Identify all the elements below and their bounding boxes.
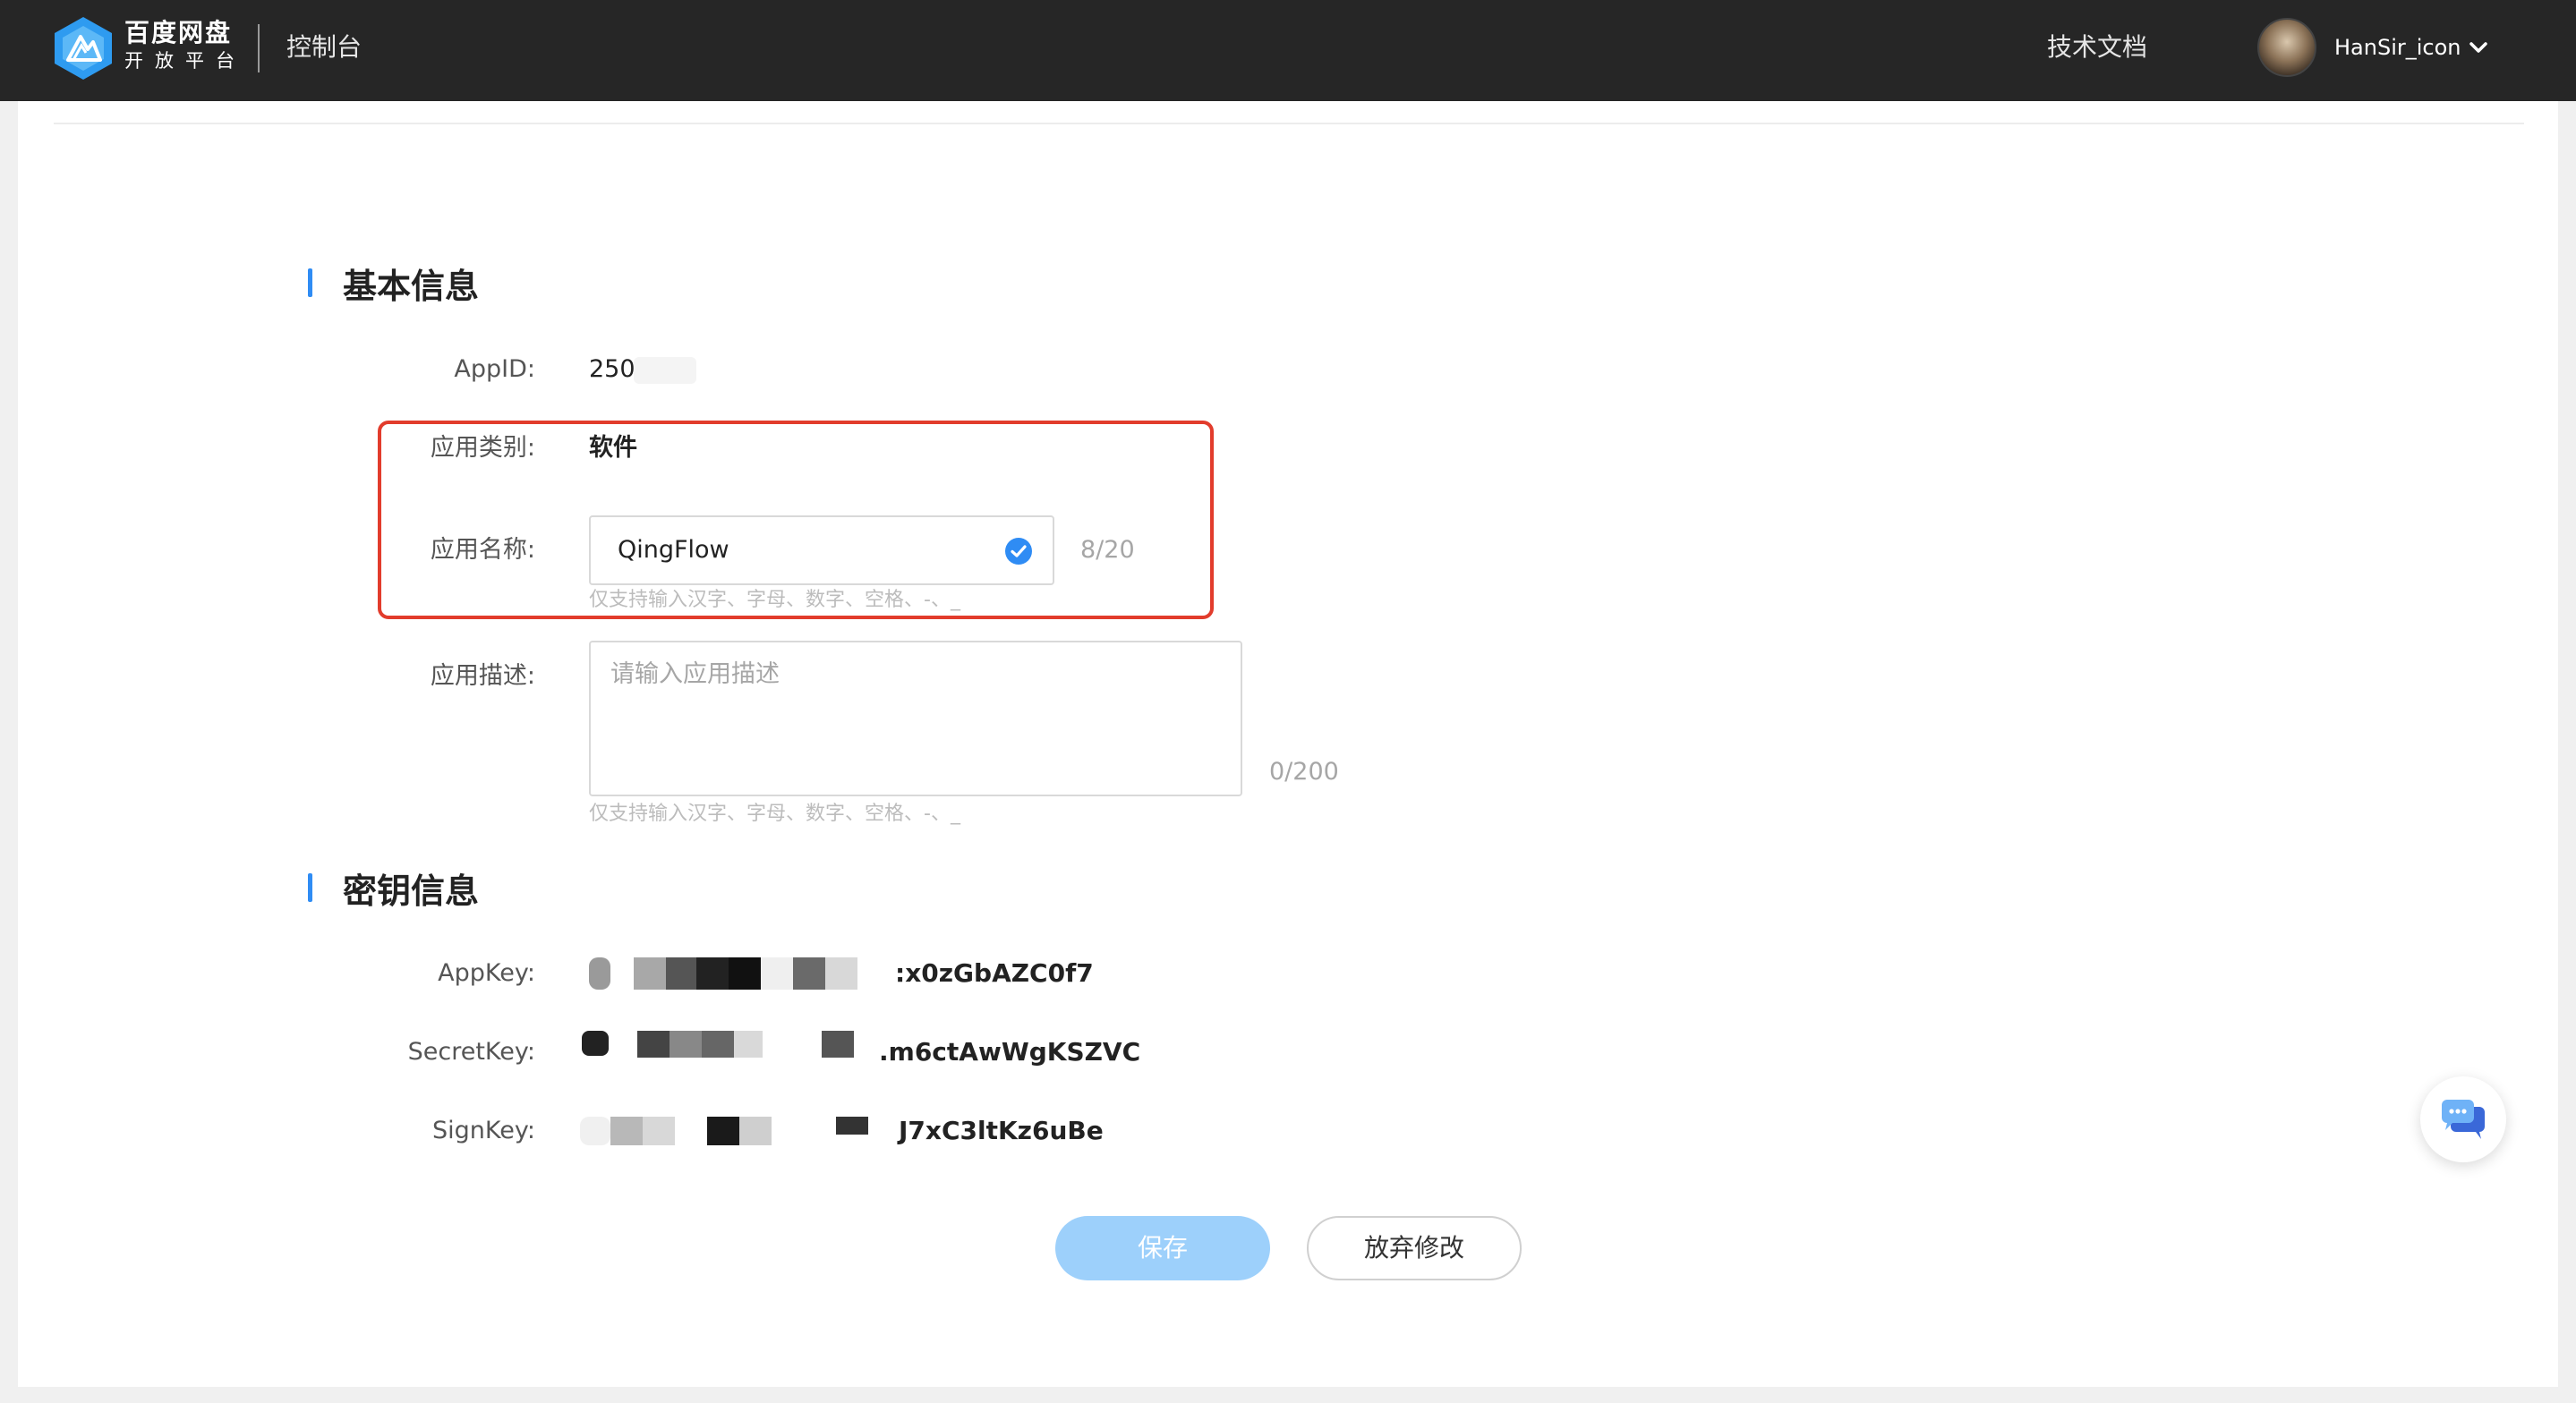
secret-key-label: SecretKey: <box>407 1038 535 1066</box>
app-desc-hint: 仅支持输入汉字、字母、数字、空格、-、_ <box>589 803 960 825</box>
app-category-value: 软件 <box>589 434 637 462</box>
user-avatar[interactable] <box>2257 18 2316 77</box>
app-name-hint: 仅支持输入汉字、字母、数字、空格、-、_ <box>589 589 960 611</box>
app-name-char-counter: 8/20 <box>1080 536 1135 564</box>
brand-name[interactable]: 百度网盘 开放平台 <box>124 18 246 73</box>
header-divider <box>258 24 260 72</box>
redacted-block <box>634 357 696 384</box>
redacted-mosaic <box>582 1031 854 1058</box>
username-label[interactable]: HanSir_icon <box>2334 30 2461 64</box>
chevron-down-icon[interactable] <box>2467 36 2490 59</box>
sign-key-value: J7xC3ltKz6uBe <box>580 1111 1207 1151</box>
secret-key-value: .m6ctAwWgKSZVC <box>580 1031 1207 1072</box>
tech-docs-link[interactable]: 技术文档 <box>2047 29 2147 66</box>
brand-main-text: 百度网盘 <box>124 18 233 47</box>
check-circle-icon <box>1005 538 1032 565</box>
redacted-mosaic <box>589 957 857 990</box>
app-desc-textarea[interactable]: 请输入应用描述 <box>589 641 1242 796</box>
secret-key-suffix: .m6ctAwWgKSZVC <box>879 1037 1141 1067</box>
app-id-label: AppID: <box>454 355 535 383</box>
app-id-text: 250 <box>589 355 635 383</box>
save-button[interactable]: 保存 <box>1055 1216 1270 1280</box>
redacted-mosaic <box>580 1117 868 1145</box>
discard-changes-button[interactable]: 放弃修改 <box>1307 1216 1522 1280</box>
chat-support-button[interactable] <box>2420 1076 2506 1162</box>
app-settings-panel: 基本信息 AppID: 250 应用类别: 软件 应用名称: QingFlow … <box>18 101 2558 1387</box>
sign-key-label: SignKey: <box>432 1117 535 1144</box>
app-desc-label: 应用描述: <box>430 662 535 690</box>
secret-info-title: 密钥信息 <box>343 872 480 911</box>
app-desc-char-counter: 0/200 <box>1269 758 1339 786</box>
app-key-value: :x0zGbAZC0f7 <box>580 954 1117 993</box>
app-name-label: 应用名称: <box>430 536 535 564</box>
app-name-input[interactable]: QingFlow <box>589 515 1054 585</box>
app-name-input-value: QingFlow <box>618 536 729 564</box>
app-desc-placeholder: 请输入应用描述 <box>610 660 780 688</box>
section-accent-bar <box>308 268 312 297</box>
app-category-label: 应用类别: <box>430 434 535 462</box>
app-key-suffix: :x0zGbAZC0f7 <box>895 958 1094 988</box>
brand-sub-text: 开放平台 <box>124 50 246 72</box>
chat-bubbles-icon <box>2442 1100 2485 1139</box>
app-key-label: AppKey: <box>438 959 535 987</box>
section-accent-bar <box>308 873 312 902</box>
basic-info-title: 基本信息 <box>343 267 480 306</box>
baidu-netdisk-logo-icon[interactable] <box>52 15 115 81</box>
panel-top-divider <box>54 123 2524 124</box>
top-navigation-bar: 百度网盘 开放平台 控制台 技术文档 HanSir_icon <box>0 0 2576 101</box>
app-id-value: 250 <box>589 352 696 387</box>
console-link[interactable]: 控制台 <box>286 29 362 66</box>
sign-key-suffix: J7xC3ltKz6uBe <box>899 1116 1104 1145</box>
